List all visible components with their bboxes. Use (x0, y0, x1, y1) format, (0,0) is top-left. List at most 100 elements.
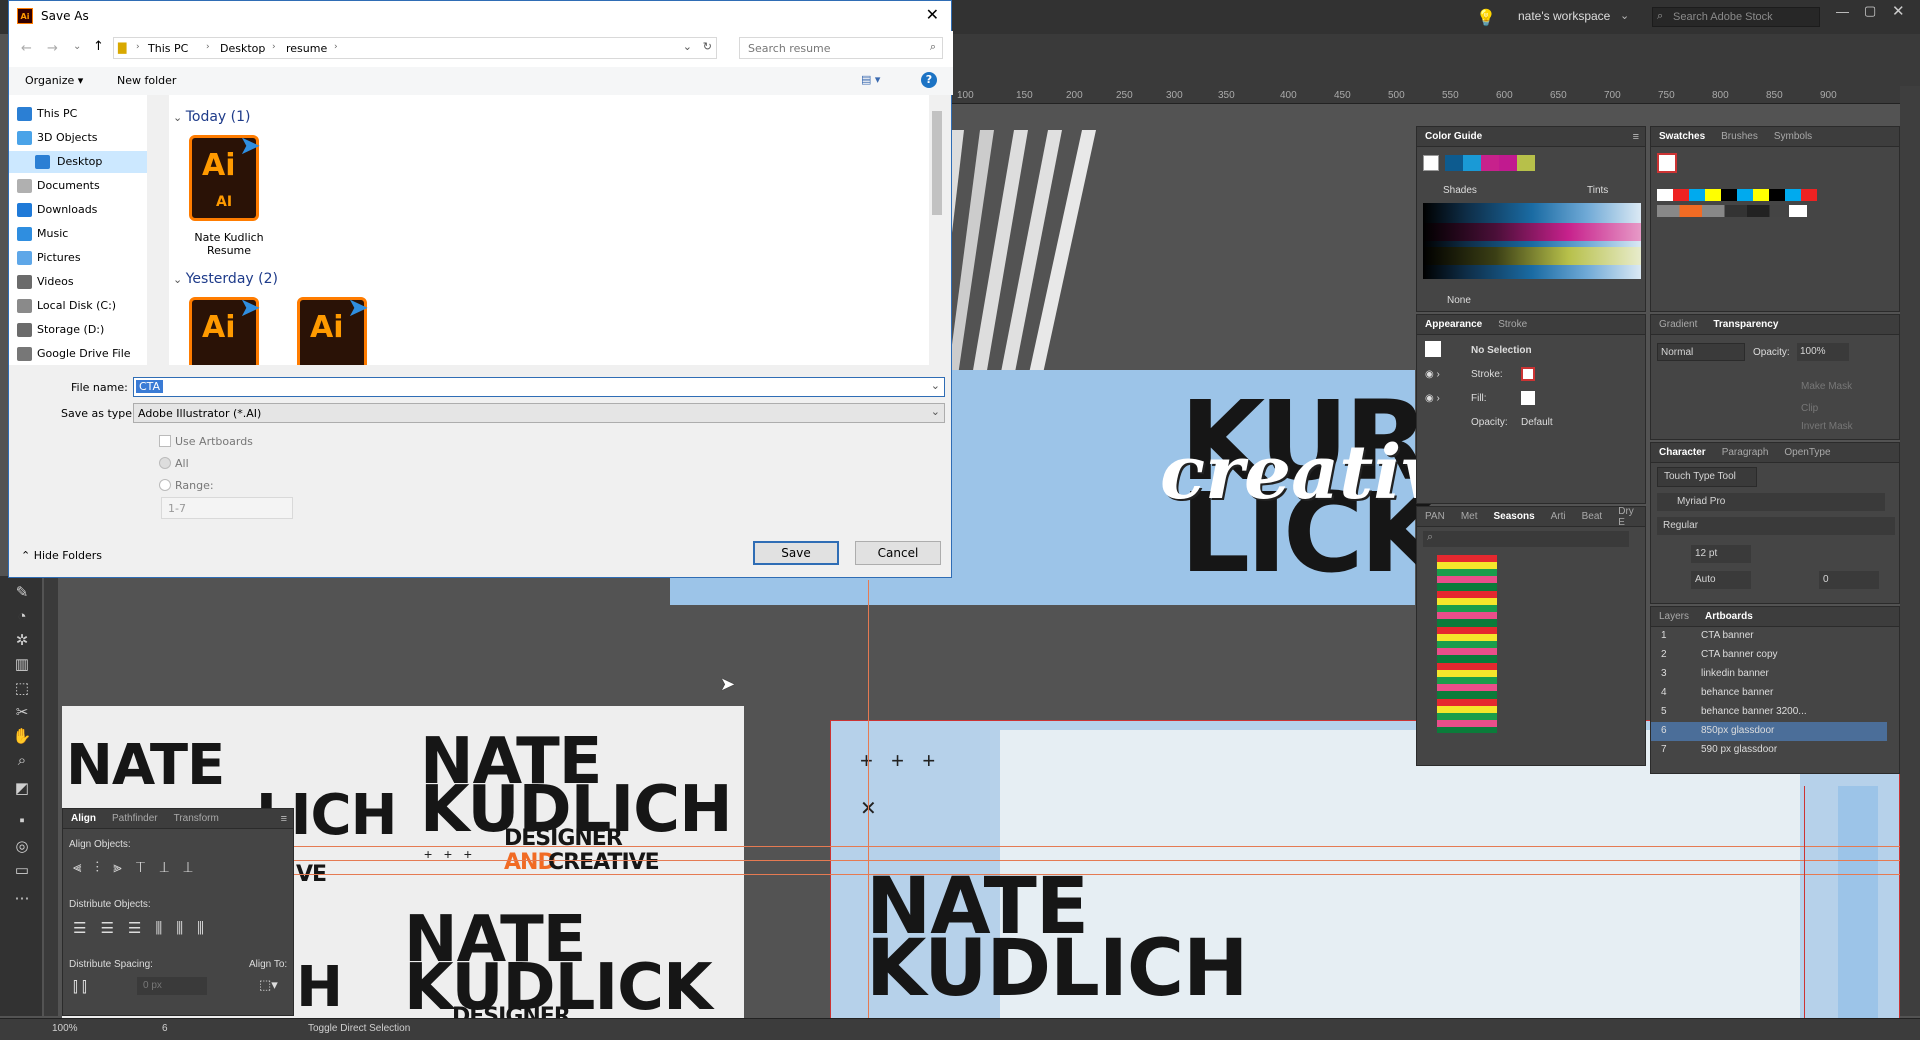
swatch-search-input[interactable]: ⌕ (1423, 531, 1629, 547)
fill-label[interactable]: Fill: (1471, 393, 1487, 404)
save-as-type-dropdown[interactable]: Adobe Illustrator (*.AI) ⌄ (133, 403, 945, 423)
artboard-row[interactable]: 4 behance banner (1651, 684, 1887, 703)
tab-color-guide[interactable]: Color Guide (1417, 131, 1490, 142)
nav-item-documents[interactable]: Documents (17, 175, 100, 197)
color-variations-grid[interactable] (1423, 203, 1641, 279)
nav-item-storage[interactable]: Storage (D:) (17, 319, 104, 341)
tab-transparency[interactable]: Transparency (1705, 319, 1786, 330)
stroke-swatch[interactable] (1521, 367, 1535, 381)
tab-stroke[interactable]: Stroke (1490, 319, 1535, 330)
help-icon[interactable]: ? (921, 72, 937, 88)
breadcrumb-desktop[interactable]: Desktop (220, 42, 265, 55)
lightbulb-icon[interactable]: 💡 (1476, 8, 1496, 28)
nav-item-music[interactable]: Music (17, 223, 68, 245)
file-item[interactable]: Ai ➤ (297, 297, 377, 365)
nav-item-downloads[interactable]: Downloads (17, 199, 97, 221)
tab-transform[interactable]: Transform (166, 813, 227, 824)
make-mask-button[interactable]: Make Mask (1801, 381, 1852, 392)
harmony-colors[interactable] (1445, 155, 1535, 171)
seasons-swatch-groups[interactable] (1437, 555, 1497, 733)
vertical-scrollbar[interactable] (1900, 86, 1920, 1016)
nav-scrollbar[interactable] (147, 95, 159, 365)
hand-tool-icon[interactable]: ✋ (12, 728, 32, 746)
chevron-down-icon[interactable]: ⌄ (931, 379, 940, 392)
opacity-value[interactable]: Default (1521, 417, 1553, 428)
file-name-input[interactable]: CTA ⌄ (133, 377, 945, 397)
scrollbar-thumb[interactable] (932, 111, 942, 215)
group-today-header[interactable]: ⌄ Today (1) (173, 109, 251, 125)
nav-item-pictures[interactable]: Pictures (17, 247, 81, 269)
guide-line[interactable] (62, 860, 1900, 861)
range-radio[interactable] (159, 479, 171, 491)
eyedropper-icon[interactable]: ✎ (12, 584, 32, 602)
more-tools-icon[interactable]: ⋯ (12, 890, 32, 908)
forward-arrow-icon[interactable]: → (47, 41, 58, 56)
chevron-down-icon[interactable]: ⌄ (931, 405, 940, 418)
tab-layers[interactable]: Layers (1651, 611, 1697, 622)
touch-type-tool-button[interactable]: Touch Type Tool (1657, 467, 1757, 487)
nav-item-3d-objects[interactable]: 3D Objects (17, 127, 98, 149)
tab-swatches[interactable]: Swatches (1651, 131, 1713, 142)
fill-swatch[interactable] (1521, 391, 1535, 405)
font-size-input[interactable]: 12 pt (1691, 545, 1751, 563)
back-arrow-icon[interactable]: ← (21, 41, 32, 56)
chevron-down-icon[interactable]: ⌄ (683, 40, 692, 53)
artboard-row[interactable]: 3 linkedin banner (1651, 665, 1887, 684)
fill-stroke-indicator[interactable] (1657, 153, 1677, 173)
align-objects-buttons[interactable]: ⫷⫶⫸⊤⊥⊥ (73, 859, 207, 876)
chevron-down-icon[interactable]: ⌄ (1620, 9, 1629, 22)
minimize-icon[interactable]: — (1836, 4, 1849, 19)
tab-arti[interactable]: Arti (1543, 511, 1574, 522)
artboard-row-selected[interactable]: 6 850px glassdoor (1651, 722, 1887, 741)
tab-opentype[interactable]: OpenType (1776, 447, 1838, 458)
breadcrumb-resume[interactable]: resume (286, 42, 327, 55)
slice-tool-icon[interactable]: ✂ (12, 704, 32, 722)
save-button[interactable]: Save (753, 541, 839, 565)
tab-met[interactable]: Met (1453, 511, 1486, 522)
workspace-switcher[interactable]: nate's workspace (1518, 9, 1610, 23)
guide-line[interactable] (868, 580, 869, 1020)
breadcrumb-this-pc[interactable]: This PC (148, 42, 188, 55)
stock-search-input[interactable]: Search Adobe Stock (1673, 11, 1773, 23)
font-family-dropdown[interactable]: Myriad Pro (1657, 493, 1885, 511)
group-yesterday-header[interactable]: ⌄ Yesterday (2) (173, 271, 278, 287)
stroke-label[interactable]: Stroke: (1471, 369, 1503, 380)
base-color-swatch[interactable] (1423, 155, 1439, 171)
tab-character[interactable]: Character (1651, 447, 1714, 458)
new-folder-button[interactable]: New folder (117, 74, 176, 87)
artboard-row[interactable]: 2 CTA banner copy (1651, 646, 1887, 665)
address-bar[interactable]: ▇ › This PC › Desktop › resume › ⌄ ↻ (113, 37, 717, 59)
panel-menu-icon[interactable]: ≡ (281, 813, 287, 825)
guide-line[interactable] (62, 846, 1900, 847)
file-item[interactable]: Ai AI ➤ Nate Kudlich Resume (189, 131, 269, 257)
tab-pan[interactable]: PAN (1417, 511, 1453, 522)
nav-item-local-disk[interactable]: Local Disk (C:) (17, 295, 116, 317)
nav-item-this-pc[interactable]: This PC (17, 103, 77, 125)
file-name-value[interactable]: CTA (136, 380, 164, 393)
color-mode-icon[interactable]: ▪ (12, 812, 32, 830)
range-input[interactable]: 1-7 (161, 497, 293, 519)
nav-item-google-drive[interactable]: Google Drive File (17, 343, 131, 365)
all-radio[interactable] (159, 457, 171, 469)
view-options-icon[interactable]: ▤ ▾ (861, 73, 880, 86)
tab-symbols[interactable]: Symbols (1766, 131, 1820, 142)
fill-stroke-icon[interactable]: ◩ (12, 780, 32, 798)
artboard-row[interactable]: 1 CTA banner (1651, 627, 1887, 646)
tab-paragraph[interactable]: Paragraph (1714, 447, 1777, 458)
align-to-dropdown[interactable]: ⬚▾ (259, 977, 278, 993)
stock-search-box[interactable]: ⌕ Search Adobe Stock (1652, 7, 1820, 27)
distribute-spacing-buttons[interactable]: ⫿ ⫿ (73, 979, 87, 996)
swatches-row[interactable] (1657, 205, 1807, 217)
color-variations-row[interactable] (1423, 223, 1641, 241)
graph-tool-icon[interactable]: ▥ (12, 656, 32, 674)
tab-dry[interactable]: Dry E (1610, 506, 1645, 528)
artboard-navigator[interactable]: 6 (162, 1023, 168, 1034)
draw-mode-icon[interactable]: ◎ (12, 838, 32, 856)
tab-beat[interactable]: Beat (1574, 511, 1611, 522)
panel-menu-icon[interactable]: ≡ (1633, 131, 1639, 143)
tab-appearance[interactable]: Appearance (1417, 319, 1490, 330)
screen-mode-icon[interactable]: ▭ (12, 862, 32, 880)
artboard-row[interactable]: 7 590 px glassdoor (1651, 741, 1887, 760)
maximize-icon[interactable]: ▢ (1864, 3, 1876, 19)
distribute-objects-buttons[interactable]: ☰☰☰⫼⫼⫼ (73, 919, 218, 937)
